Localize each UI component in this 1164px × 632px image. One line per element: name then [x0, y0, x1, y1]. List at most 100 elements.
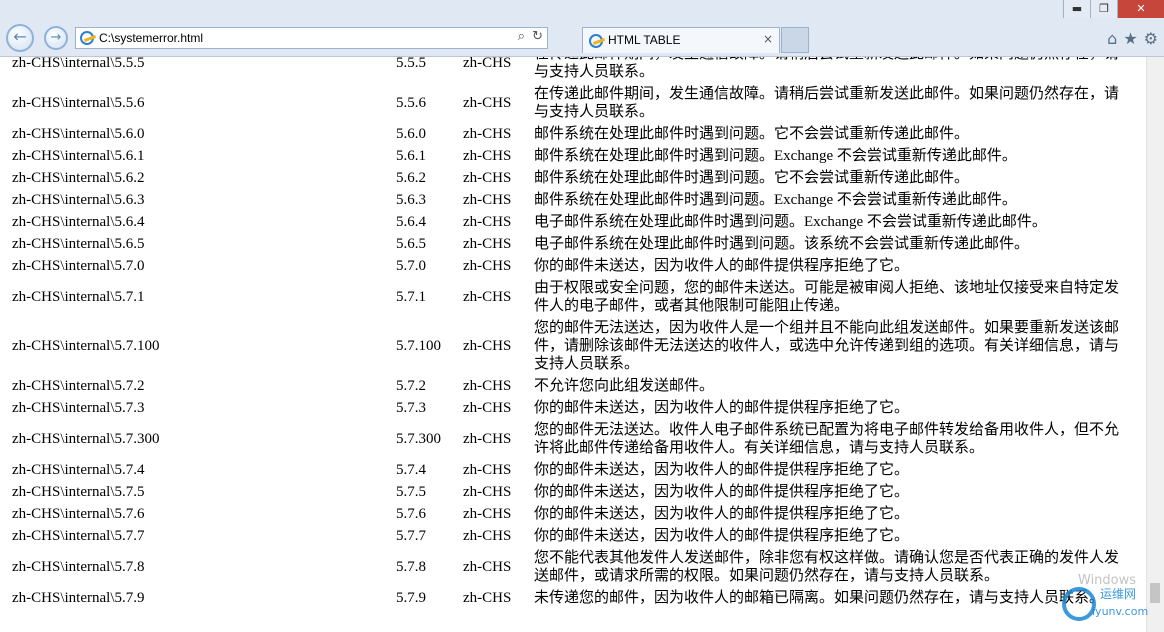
row-message-cell: 你的邮件未送达，因为收件人的邮件提供程序拒绝了它。 [534, 400, 910, 416]
table-row: zh-CHS\internal\5.6.2 5.6.2 zh-CHS 邮件系统在处理此… [0, 167, 1134, 189]
row-lang-cell: zh-CHS [463, 400, 512, 416]
forward-button[interactable]: → [44, 26, 68, 50]
row-lang-cell: zh-CHS [463, 170, 512, 186]
toolbar-icons: ⌂ ★ ⚙ [1107, 29, 1158, 48]
tab-html-table[interactable]: HTML TABLE × [582, 27, 780, 53]
favorites-icon[interactable]: ★ [1123, 29, 1137, 48]
table-row: zh-CHS\internal\5.5.5 5.5.5 zh-CHS 在传递此邮件期间… [0, 57, 1134, 83]
watermark-brand: 运维网 [1100, 587, 1137, 601]
row-code-cell: 5.6.3 [396, 192, 426, 208]
row-message-cell: 你的邮件未送达，因为收件人的邮件提供程序拒绝了它。 [534, 528, 910, 544]
row-message-cell: 邮件系统在处理此邮件时遇到问题。Exchange 不会尝试重新传递此邮件。 [534, 192, 1017, 208]
row-code-cell: 5.7.5 [396, 484, 426, 500]
row-code-cell: 5.7.4 [396, 462, 426, 478]
home-icon[interactable]: ⌂ [1107, 29, 1117, 48]
row-name-cell: zh-CHS\internal\5.7.100 [12, 338, 160, 354]
row-code-cell: 5.6.2 [396, 170, 426, 186]
row-name-cell: zh-CHS\internal\5.6.4 [12, 214, 145, 230]
row-name-cell: zh-CHS\internal\5.7.6 [12, 506, 145, 522]
ie-page-icon [80, 31, 94, 45]
row-name-cell: zh-CHS\internal\5.6.3 [12, 192, 145, 208]
row-message-cell: 您的邮件无法送达，因为收件人是一个组并且不能向此组发送邮件。如果要重新发送该邮件… [534, 320, 1120, 372]
row-name-cell: zh-CHS\internal\5.6.5 [12, 236, 145, 252]
row-message-cell: 邮件系统在处理此邮件时遇到问题。它不会尝试重新传递此邮件。 [534, 170, 970, 186]
row-code-cell: 5.7.0 [396, 258, 426, 274]
table-row: zh-CHS\internal\5.7.2 5.7.2 zh-CHS 不允许您向此组发… [0, 375, 1134, 397]
row-message-cell: 您的邮件无法送达。收件人电子邮件系统已配置为将电子邮件转发给备用收件人，但不允许… [534, 422, 1120, 456]
table-row: zh-CHS\internal\5.7.9 5.7.9 zh-CHS 未传递您的邮件，… [0, 587, 1134, 609]
row-lang-cell: zh-CHS [463, 506, 512, 522]
row-name-cell: zh-CHS\internal\5.7.9 [12, 590, 145, 606]
table-row: zh-CHS\internal\5.7.0 5.7.0 zh-CHS 你的邮件未送达，… [0, 255, 1134, 277]
row-lang-cell: zh-CHS [463, 126, 512, 142]
row-lang-cell: zh-CHS [463, 559, 512, 575]
window-controls: ▬ ❐ ✕ [1063, 0, 1164, 18]
maximize-button[interactable]: ❐ [1090, 0, 1117, 18]
row-lang-cell: zh-CHS [463, 528, 512, 544]
minimize-button[interactable]: ▬ [1063, 0, 1090, 18]
table-row: zh-CHS\internal\5.6.5 5.6.5 zh-CHS 电子邮件系统在处… [0, 233, 1134, 255]
close-window-button[interactable]: ✕ [1117, 0, 1164, 18]
arrow-left-icon: ← [13, 27, 27, 46]
row-name-cell: zh-CHS\internal\5.5.5 [12, 57, 145, 71]
row-name-cell: zh-CHS\internal\5.7.5 [12, 484, 145, 500]
row-code-cell: 5.7.2 [396, 378, 426, 394]
row-code-cell: 5.5.5 [396, 57, 426, 71]
row-name-cell: zh-CHS\internal\5.7.2 [12, 378, 145, 394]
url-text[interactable]: C:\systemerror.html [99, 30, 203, 46]
row-name-cell: zh-CHS\internal\5.6.0 [12, 126, 145, 142]
row-lang-cell: zh-CHS [463, 214, 512, 230]
row-code-cell: 5.6.1 [396, 148, 426, 164]
settings-gear-icon[interactable]: ⚙ [1144, 29, 1158, 48]
row-message-cell: 你的邮件未送达，因为收件人的邮件提供程序拒绝了它。 [534, 484, 910, 500]
table-row: zh-CHS\internal\5.6.0 5.6.0 zh-CHS 邮件系统在处理此… [0, 123, 1134, 145]
row-message-cell: 你的邮件未送达，因为收件人的邮件提供程序拒绝了它。 [534, 462, 910, 478]
table-row: zh-CHS\internal\5.7.7 5.7.7 zh-CHS 你的邮件未送达，… [0, 525, 1134, 547]
row-code-cell: 5.6.4 [396, 214, 426, 230]
table-row: zh-CHS\internal\5.7.4 5.7.4 zh-CHS 你的邮件未送达，… [0, 459, 1134, 481]
row-code-cell: 5.7.1 [396, 289, 426, 305]
row-message-cell: 你的邮件未送达，因为收件人的邮件提供程序拒绝了它。 [534, 506, 910, 522]
row-code-cell: 5.7.7 [396, 528, 426, 544]
row-lang-cell: zh-CHS [463, 57, 512, 71]
address-bar[interactable]: C:\systemerror.html ⌕ ↻ [75, 27, 548, 49]
site-watermark-logo: 运维网 iyunv.com [1062, 583, 1162, 627]
tab-title: HTML TABLE [608, 33, 681, 47]
row-lang-cell: zh-CHS [463, 258, 512, 274]
row-name-cell: zh-CHS\internal\5.7.300 [12, 431, 160, 447]
tab-close-icon[interactable]: × [763, 32, 773, 46]
page-viewport: zh-CHS\internal\5.5.5 5.5.5 zh-CHS 在传递此邮件期间… [0, 57, 1147, 632]
row-code-cell: 5.7.3 [396, 400, 426, 416]
refresh-icon[interactable]: ↻ [532, 29, 543, 44]
back-button[interactable]: ← [6, 24, 34, 52]
table-row: zh-CHS\internal\5.7.1 5.7.1 zh-CHS 由于权限或安全问… [0, 277, 1134, 317]
row-lang-cell: zh-CHS [463, 289, 512, 305]
row-name-cell: zh-CHS\internal\5.7.7 [12, 528, 145, 544]
row-message-cell: 由于权限或安全问题，您的邮件未送达。可能是被审阅人拒绝、该地址仅接受来自特定发件… [534, 280, 1120, 314]
row-message-cell: 电子邮件系统在处理此邮件时遇到问题。该系统不会尝试重新传递此邮件。 [534, 236, 1030, 252]
row-message-cell: 在传递此邮件期间，发生通信故障。请稍后尝试重新发送此邮件。如果问题仍然存在，请与… [534, 57, 1119, 80]
table-row: zh-CHS\internal\5.7.6 5.7.6 zh-CHS 你的邮件未送达，… [0, 503, 1134, 525]
table-row: zh-CHS\internal\5.6.1 5.6.1 zh-CHS 邮件系统在处理此… [0, 145, 1134, 167]
table-row: zh-CHS\internal\5.6.3 5.6.3 zh-CHS 邮件系统在处理此… [0, 189, 1134, 211]
table-row: zh-CHS\internal\5.5.6 5.5.6 zh-CHS 在传递此邮件期间… [0, 83, 1134, 123]
new-tab-button[interactable] [781, 27, 809, 53]
row-name-cell: zh-CHS\internal\5.6.2 [12, 170, 145, 186]
row-lang-cell: zh-CHS [463, 95, 512, 111]
search-icon[interactable]: ⌕ [518, 29, 525, 44]
row-message-cell: 在传递此邮件期间，发生通信故障。请稍后尝试重新发送此邮件。如果问题仍然存在，请与… [534, 86, 1120, 120]
table-row: zh-CHS\internal\5.6.4 5.6.4 zh-CHS 电子邮件系统在处… [0, 211, 1134, 233]
row-message-cell: 电子邮件系统在处理此邮件时遇到问题。Exchange 不会尝试重新传递此邮件。 [534, 214, 1047, 230]
vertical-scrollbar[interactable] [1146, 57, 1164, 632]
row-message-cell: 邮件系统在处理此邮件时遇到问题。它不会尝试重新传递此邮件。 [534, 126, 970, 142]
row-code-cell: 5.5.6 [396, 95, 426, 111]
row-lang-cell: zh-CHS [463, 192, 512, 208]
row-lang-cell: zh-CHS [463, 590, 512, 606]
row-lang-cell: zh-CHS [463, 462, 512, 478]
error-code-table: zh-CHS\internal\5.5.5 5.5.5 zh-CHS 在传递此邮件期间… [0, 57, 1134, 609]
row-code-cell: 5.6.5 [396, 236, 426, 252]
row-name-cell: zh-CHS\internal\5.7.4 [12, 462, 145, 478]
row-lang-cell: zh-CHS [463, 148, 512, 164]
row-name-cell: zh-CHS\internal\5.7.0 [12, 258, 145, 274]
row-lang-cell: zh-CHS [463, 431, 512, 447]
